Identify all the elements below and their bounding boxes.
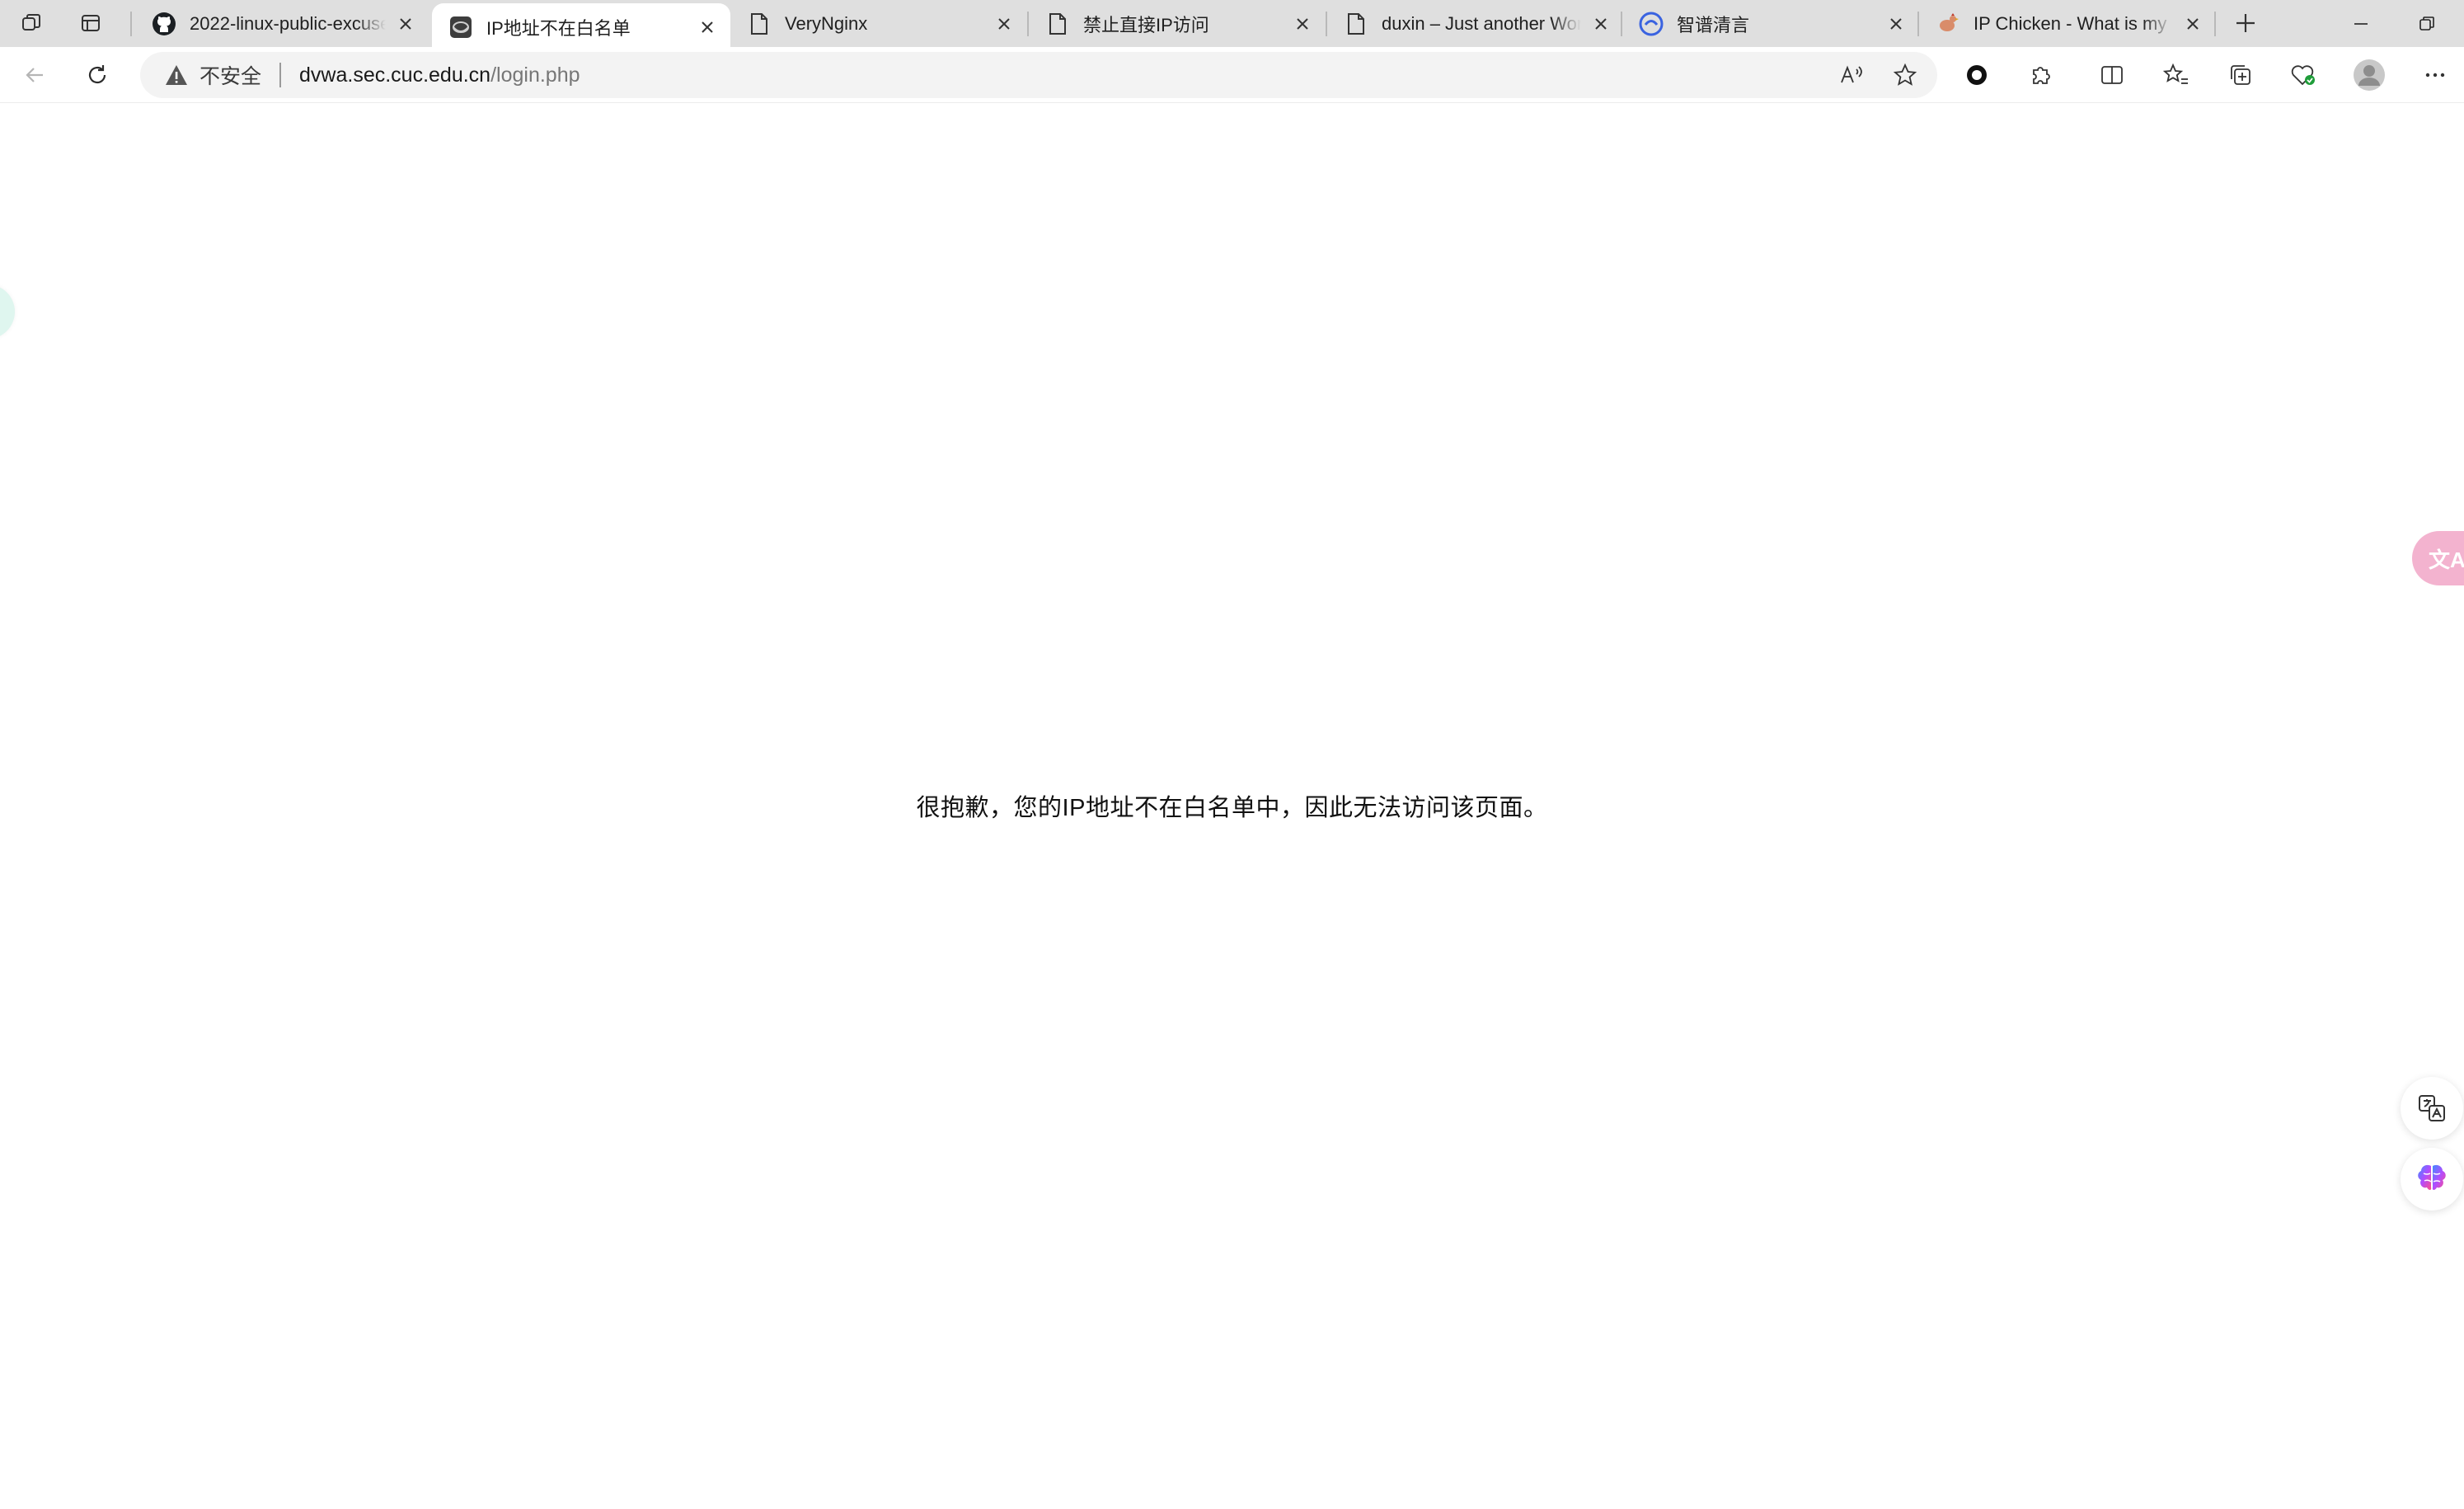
browser-essentials-button[interactable] [2280, 57, 2326, 93]
minimize-icon [2354, 22, 2368, 25]
url-path[interactable]: /login.php [490, 63, 580, 87]
page-icon [747, 12, 772, 36]
tab-actions-icon [82, 15, 100, 31]
tab-title: IP Chicken - What is my IP address [1974, 12, 2173, 34]
workspaces-button[interactable] [10, 7, 53, 40]
github-icon [152, 12, 176, 36]
favorites-list-icon [2163, 63, 2188, 84]
record-icon [1967, 65, 1987, 85]
close-tab-icon[interactable] [394, 12, 417, 35]
avatar-icon [2354, 59, 2385, 91]
tab-title: duxin – Just another WordPress site [1382, 12, 1581, 34]
tab-ip-chicken[interactable]: IP Chicken - What is my IP address [1919, 0, 2216, 47]
read-aloud-icon [1841, 65, 1862, 83]
tab-duxin-wordpress[interactable]: duxin – Just another WordPress site [1327, 0, 1624, 47]
tab-zhipu-qingyan[interactable]: 智谱清言 [1622, 0, 1919, 47]
page-icon [1045, 12, 1070, 36]
tab-verynginx[interactable]: VeryNginx [730, 0, 1027, 47]
restore-icon [2419, 16, 2434, 31]
tab-divider [2214, 12, 2216, 36]
minimize-button[interactable] [2328, 0, 2394, 47]
translate-icon [2419, 1095, 2445, 1121]
close-tab-icon[interactable] [696, 16, 719, 39]
page-content: 很抱歉，您的IP地址不在白名单中，因此无法访问该页面。 [0, 104, 2464, 1509]
tab-title: VeryNginx [785, 12, 868, 34]
access-denied-message: 很抱歉，您的IP地址不在白名单中，因此无法访问该页面。 [916, 795, 1548, 821]
favorite-star-button[interactable] [1886, 57, 1924, 93]
plus-icon [2236, 14, 2255, 32]
security-status-label[interactable]: 不安全 [199, 60, 261, 90]
tab-title: IP地址不在白名单 [486, 17, 631, 39]
translate-floating-button[interactable]: 文A [2412, 531, 2464, 585]
back-arrow-icon [26, 68, 43, 82]
address-divider [279, 63, 282, 87]
back-button[interactable] [12, 57, 58, 93]
close-tab-icon[interactable] [1884, 12, 1908, 35]
tab-forbid-ip-access[interactable]: 禁止直接IP访问 [1029, 0, 1326, 47]
extension-record-button[interactable] [1954, 57, 2000, 93]
refresh-button[interactable] [74, 57, 120, 93]
puzzle-icon [2033, 67, 2050, 84]
close-tab-icon[interactable] [1291, 12, 1314, 35]
close-tab-icon[interactable] [993, 12, 1016, 35]
globe-icon [448, 15, 473, 40]
navigation-toolbar: 不安全 dvwa.sec.cuc.edu.cn/login.php [0, 47, 2464, 103]
tab-title: 智谱清言 [1677, 14, 1750, 35]
tab-title: 禁止直接IP访问 [1083, 14, 1209, 35]
chicken-icon [1936, 12, 1960, 36]
translate-page-button[interactable] [2401, 1077, 2463, 1140]
collections-icon [2231, 65, 2250, 85]
more-horizontal-icon [2425, 73, 2445, 78]
new-tab-button[interactable] [2224, 7, 2267, 40]
split-screen-icon [2101, 66, 2123, 84]
workspaces-icon [22, 14, 40, 31]
warning-icon[interactable] [163, 62, 190, 88]
read-aloud-button[interactable] [1833, 57, 1871, 93]
collections-button[interactable] [2218, 57, 2264, 93]
page-icon [1344, 12, 1368, 36]
tab-ip-whitelist[interactable]: IP地址不在白名单 [432, 3, 730, 50]
brain-icon [2418, 1164, 2446, 1190]
tab-title: 2022-linux-public-excuses-0 [190, 12, 386, 34]
address-bar[interactable]: 不安全 dvwa.sec.cuc.edu.cn/login.php [140, 52, 1937, 98]
extensions-button[interactable] [2018, 57, 2064, 93]
url-host[interactable]: dvwa.sec.cuc.edu.cn [299, 63, 490, 87]
settings-more-button[interactable] [2412, 57, 2458, 93]
heart-pulse-icon [2291, 65, 2315, 86]
tab-divider [130, 12, 132, 36]
tab-github[interactable]: 2022-linux-public-excuses-0 [135, 0, 429, 47]
address-bar-actions [1833, 57, 1924, 93]
restore-button[interactable] [2394, 0, 2460, 47]
tab-actions-button[interactable] [69, 7, 112, 40]
close-tab-icon[interactable] [1589, 12, 1612, 35]
ai-brain-button[interactable] [2401, 1148, 2463, 1210]
zhipu-icon [1639, 12, 1664, 36]
tab-strip: 2022-linux-public-excuses-0 IP地址不在白名单 Ve… [0, 0, 2464, 50]
refresh-icon [88, 65, 106, 84]
profile-button[interactable] [2346, 57, 2392, 93]
translate-icon: 文A [2429, 547, 2464, 572]
star-icon [1893, 63, 1917, 86]
close-tab-icon[interactable] [2181, 12, 2204, 35]
favorites-button[interactable] [2153, 57, 2199, 93]
split-screen-button[interactable] [2089, 57, 2135, 93]
